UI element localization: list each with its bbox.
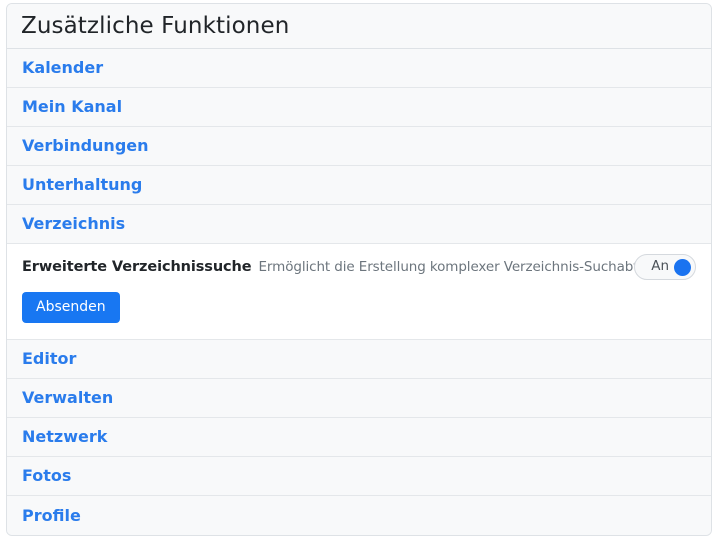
- link-verwalten[interactable]: Verwalten: [22, 390, 113, 406]
- link-verbindungen[interactable]: Verbindungen: [22, 138, 149, 154]
- submit-row: Absenden: [7, 289, 711, 339]
- additional-features-panel: Zusätzliche Funktionen Kalender Mein Kan…: [6, 3, 712, 536]
- list-item-kalender[interactable]: Kalender: [7, 49, 711, 88]
- setting-row-advanced-directory-search: Erweiterte Verzeichnissuche Ermöglicht d…: [7, 244, 711, 289]
- toggle-advanced-directory-search[interactable]: An: [634, 254, 696, 280]
- setting-label: Erweiterte Verzeichnissuche: [22, 259, 252, 275]
- list-item-verzeichnis[interactable]: Verzeichnis: [7, 205, 711, 244]
- link-unterhaltung[interactable]: Unterhaltung: [22, 177, 142, 193]
- link-mein-kanal[interactable]: Mein Kanal: [22, 99, 122, 115]
- panel-header: Zusätzliche Funktionen: [7, 4, 711, 49]
- link-kalender[interactable]: Kalender: [22, 60, 103, 76]
- setting-text-group: Erweiterte Verzeichnissuche Ermöglicht d…: [22, 259, 677, 275]
- list-item-mein-kanal[interactable]: Mein Kanal: [7, 88, 711, 127]
- toggle-knob-icon: [674, 258, 691, 276]
- link-profile[interactable]: Profile: [22, 507, 81, 524]
- list-item-unterhaltung[interactable]: Unterhaltung: [7, 166, 711, 205]
- page-title: Zusätzliche Funktionen: [21, 12, 290, 39]
- toggle-state-label: An: [651, 258, 669, 275]
- list-item-editor[interactable]: Editor: [7, 340, 711, 379]
- link-editor[interactable]: Editor: [22, 351, 76, 367]
- setting-description: Ermöglicht die Erstellung komplexer Verz…: [258, 259, 677, 275]
- link-fotos[interactable]: Fotos: [22, 468, 71, 484]
- list-item-fotos[interactable]: Fotos: [7, 457, 711, 496]
- link-verzeichnis[interactable]: Verzeichnis: [22, 216, 125, 232]
- directory-settings-form: Erweiterte Verzeichnissuche Ermöglicht d…: [7, 244, 711, 340]
- list-item-netzwerk[interactable]: Netzwerk: [7, 418, 711, 457]
- list-item-verwalten[interactable]: Verwalten: [7, 379, 711, 418]
- link-netzwerk[interactable]: Netzwerk: [22, 429, 107, 445]
- list-item-profile[interactable]: Profile: [7, 496, 711, 535]
- list-item-verbindungen[interactable]: Verbindungen: [7, 127, 711, 166]
- submit-button[interactable]: Absenden: [22, 292, 120, 323]
